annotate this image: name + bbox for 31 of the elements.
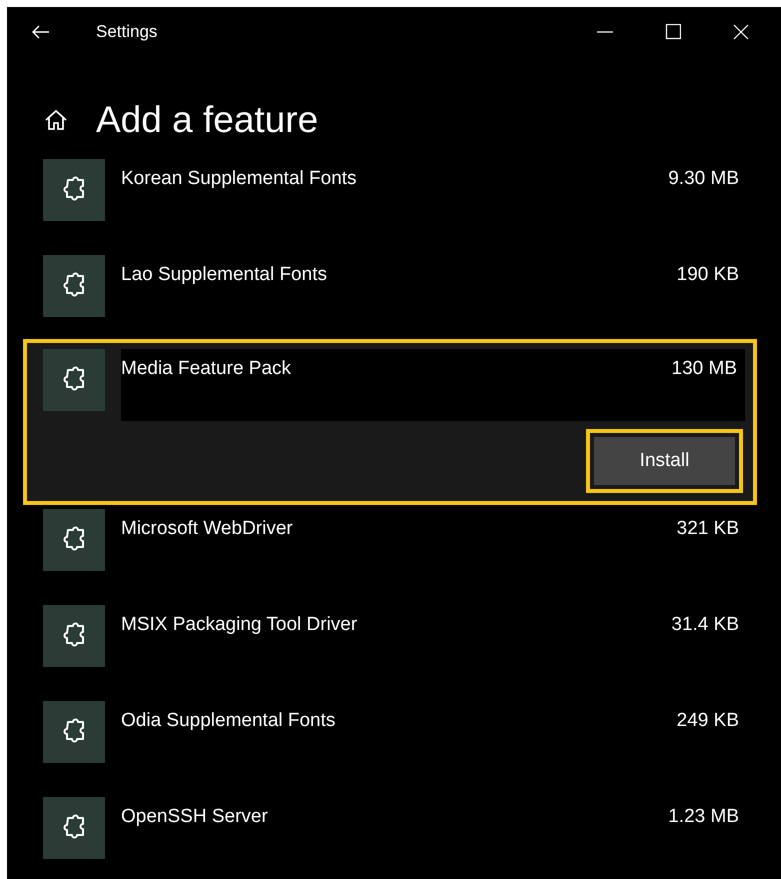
- feature-name: Korean Supplemental Fonts: [121, 167, 358, 191]
- home-button[interactable]: [44, 108, 68, 132]
- feature-item[interactable]: Korean Supplemental Fonts 9.30 MB: [7, 151, 781, 247]
- feature-item[interactable]: MSIX Packaging Tool Driver 31.4 KB: [7, 597, 781, 693]
- feature-size: 321 KB: [676, 517, 739, 541]
- back-icon: [32, 25, 50, 39]
- page-title: Add a feature: [96, 98, 318, 142]
- feature-item[interactable]: OpenSSH Server 1.23 MB: [7, 789, 781, 879]
- feature-name: OpenSSH Server: [121, 805, 269, 829]
- feature-item[interactable]: Lao Supplemental Fonts 190 KB: [7, 247, 781, 343]
- feature-size: 190 KB: [676, 263, 739, 287]
- window-title: Settings: [96, 21, 158, 44]
- feature-item[interactable]: Odia Supplemental Fonts 249 KB: [7, 693, 781, 789]
- feature-name: Media Feature Pack: [121, 357, 292, 381]
- maximize-icon: [665, 24, 681, 40]
- feature-name: Lao Supplemental Fonts: [121, 263, 328, 287]
- install-button[interactable]: Install: [594, 437, 735, 485]
- home-icon: [44, 108, 68, 132]
- feature-size: 9.30 MB: [668, 167, 739, 191]
- feature-size: 31.4 KB: [671, 613, 739, 637]
- feature-item[interactable]: Media Feature Pack 130 MB Install: [27, 343, 753, 501]
- feature-name: Microsoft WebDriver: [121, 517, 294, 541]
- feature-size: 1.23 MB: [668, 805, 739, 829]
- minimize-icon: [597, 31, 613, 33]
- feature-size: 130 MB: [672, 357, 737, 381]
- feature-name: Odia Supplemental Fonts: [121, 709, 336, 733]
- feature-name: MSIX Packaging Tool Driver: [121, 613, 358, 637]
- feature-size: 249 KB: [676, 709, 739, 733]
- back-button[interactable]: [32, 25, 50, 39]
- feature-item[interactable]: Microsoft WebDriver 321 KB: [7, 501, 781, 597]
- close-icon: [733, 24, 749, 40]
